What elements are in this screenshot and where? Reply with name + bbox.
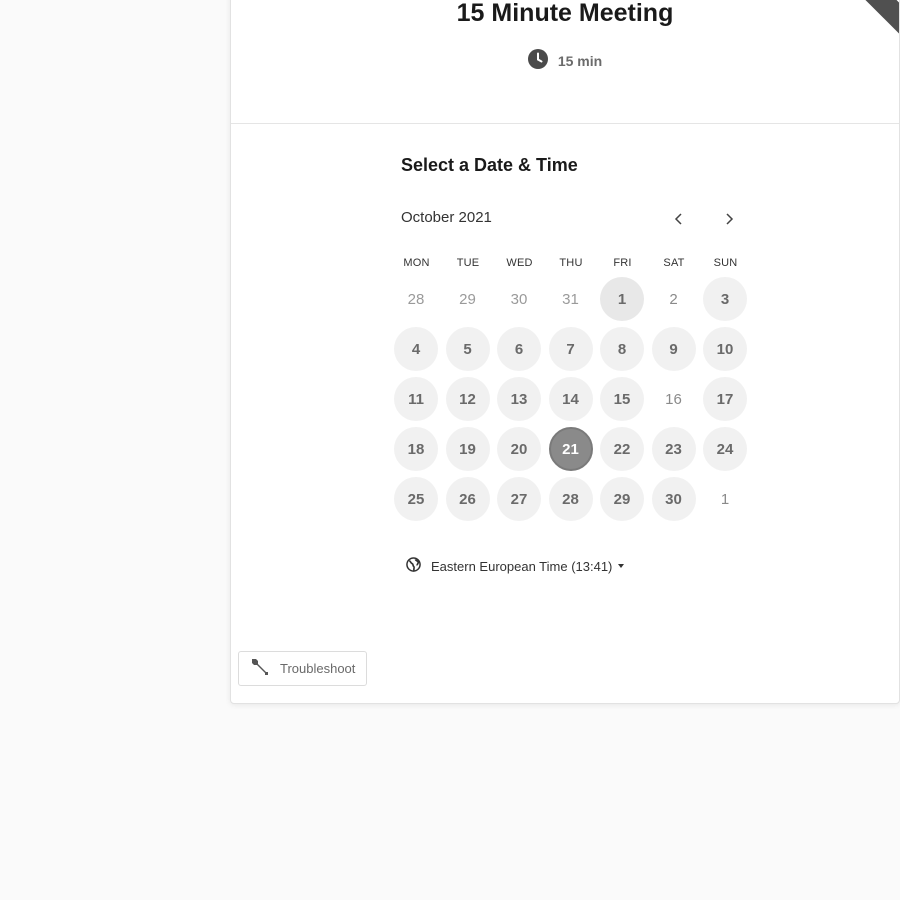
troubleshoot-button[interactable]: Troubleshoot — [238, 651, 367, 686]
calendar-day[interactable]: 26 — [445, 477, 490, 521]
weekday-label: MON — [403, 257, 430, 269]
calendar-day[interactable]: 22 — [600, 427, 644, 471]
next-month-button[interactable] — [716, 206, 742, 232]
weekday-label: SAT — [663, 257, 685, 269]
previous-month-button[interactable] — [666, 206, 692, 232]
weekday-label: FRI — [613, 257, 632, 269]
calendar-day[interactable]: 11 — [394, 377, 438, 421]
calendar-day: 2 — [669, 290, 678, 308]
weekday-header: MON TUE WED THU FRI SAT SUN — [391, 257, 751, 271]
calendar-day[interactable]: 10 — [703, 327, 747, 371]
month-navigation: October 2021 — [401, 209, 751, 231]
calendar-day: 16 — [665, 390, 682, 408]
calendar-day[interactable]: 27 — [497, 477, 541, 521]
wrench-icon — [249, 656, 271, 681]
troubleshoot-label: Troubleshoot — [280, 661, 356, 676]
duration-label: 15 min — [557, 52, 603, 69]
calendar-day[interactable]: 20 — [497, 427, 541, 471]
calendar-day[interactable]: 24 — [703, 427, 747, 471]
calendar-day[interactable]: 12 — [445, 377, 490, 421]
calendar-day[interactable]: 28 — [548, 477, 593, 521]
calendar-day[interactable]: 3 — [703, 277, 747, 321]
timezone-label: Eastern European Time (13:41) — [431, 558, 613, 574]
select-date-heading: Select a Date & Time — [401, 155, 578, 175]
timezone-selector[interactable]: Eastern European Time (13:41) — [406, 557, 625, 575]
calendar-day[interactable]: 1 — [600, 277, 644, 321]
calendar-day-selected[interactable]: 21 — [548, 427, 593, 471]
calendar-day: 28 — [407, 290, 425, 308]
globe-icon — [406, 557, 421, 575]
event-title: 15 Minute Meeting — [456, 0, 674, 27]
divider — [231, 123, 899, 124]
calendar-day[interactable]: 4 — [394, 327, 438, 371]
calendar-day[interactable]: 30 — [651, 477, 696, 521]
chevron-left-icon — [674, 213, 682, 225]
calendar-day[interactable]: 9 — [651, 327, 696, 371]
booking-card: 15 Minute Meeting 15 min Select a Date &… — [230, 0, 900, 704]
month-label: October 2021 — [401, 209, 492, 226]
calendar-day[interactable]: 14 — [548, 377, 593, 421]
calendar-day: 1 — [720, 490, 730, 508]
weekday-label: TUE — [456, 257, 480, 269]
calendar-day: 30 — [510, 290, 528, 308]
calendar-day[interactable]: 5 — [445, 327, 490, 371]
weekday-label: SUN — [713, 257, 738, 269]
calendar-day: 29 — [459, 290, 476, 308]
calendar-day: 31 — [562, 290, 579, 308]
calendar-day[interactable]: 13 — [497, 377, 541, 421]
event-duration: 15 min — [231, 49, 899, 72]
calendar-day[interactable]: 17 — [703, 377, 747, 421]
calendar-day[interactable]: 15 — [600, 377, 644, 421]
calendar-day[interactable]: 8 — [600, 327, 644, 371]
calendar-day[interactable]: 29 — [600, 477, 644, 521]
weekday-label: WED — [506, 257, 533, 269]
weekday-label: THU — [559, 257, 583, 269]
calendar-day[interactable]: 7 — [548, 327, 593, 371]
calendar-day[interactable]: 23 — [651, 427, 696, 471]
clock-icon — [527, 49, 548, 72]
calendar-grid: 28 29 30 31 1 2 3 4 5 6 7 8 9 10 11 12 13 14 15 16 17 18 19 20 2… — [391, 277, 751, 527]
caret-down-icon — [618, 564, 625, 568]
calendar-day[interactable]: 25 — [394, 477, 438, 521]
chevron-right-icon — [726, 213, 734, 225]
calendar-day[interactable]: 18 — [394, 427, 438, 471]
calendar-day[interactable]: 6 — [497, 327, 541, 371]
calendar-day[interactable]: 19 — [445, 427, 490, 471]
